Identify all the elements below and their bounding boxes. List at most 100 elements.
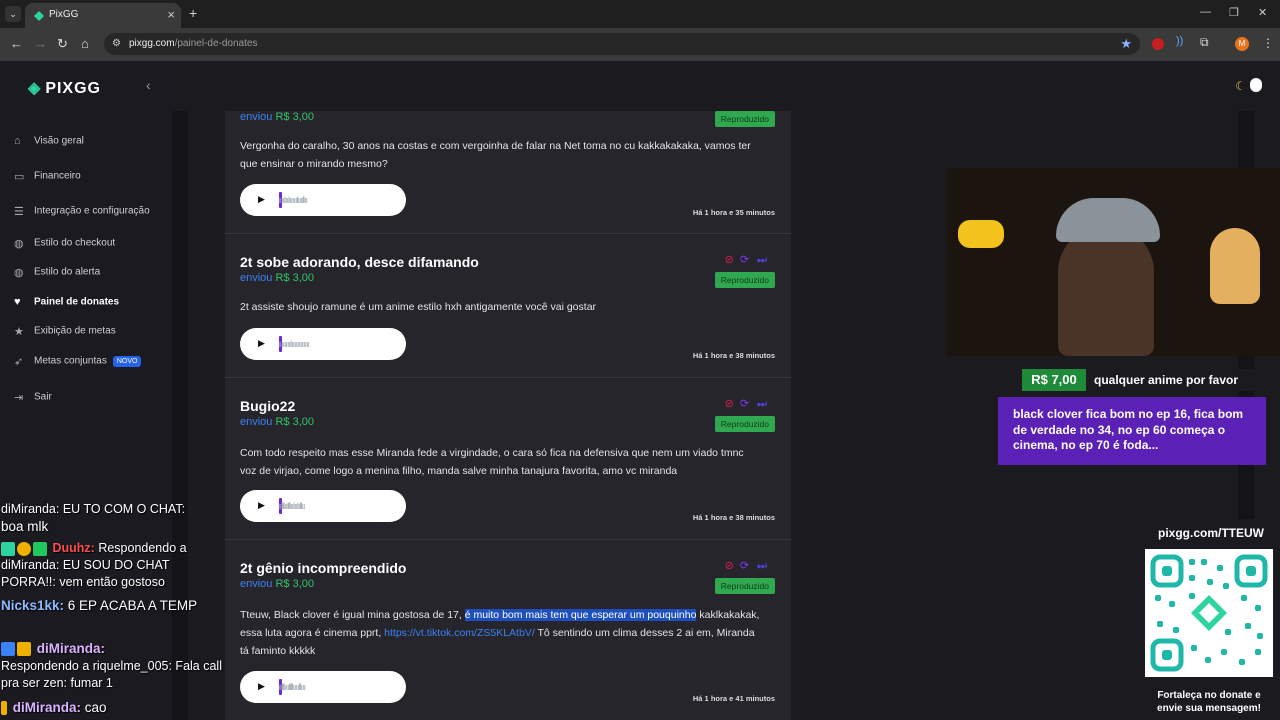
donor-name: 2t sobe adorando, desce difamando [240,254,479,270]
played-badge: Reproduzido [714,578,775,594]
reload-icon[interactable]: ↻ [57,36,68,52]
browser-tab[interactable]: PixGG × [25,3,181,28]
profile-avatar[interactable]: M [1235,37,1249,51]
chat-message: Respondendo a riquelme_005: Fala call pr… [1,659,222,690]
skip-icon[interactable]: ⏭ [757,254,767,266]
wallet-icon: ▭ [14,171,25,183]
alert-title: qualquer anime por favor [1086,369,1258,391]
audio-player[interactable]: ▶ ıııııııılıııııııııııı [240,328,406,360]
waveform: ıılllıılllıılıılıllıı [278,501,305,511]
donation-time: Há 1 hora e 38 minutos [692,351,775,360]
sidebar-item-painel-donates[interactable]: ♥ Painel de donates [14,296,119,308]
forward-icon[interactable]: → [34,36,47,51]
alert-amount: R$ 7,00 [1022,369,1086,391]
message-link[interactable]: https://vt.tiktok.com/ZS5KLAtbV/ [384,627,535,639]
sidebar-item-metas-conjuntas[interactable]: ➶ Metas conjuntas NOVO [14,355,142,368]
chat-message: diMiranda: [1,640,223,657]
waveform: ıııılıılııııılıııllıı [278,195,308,205]
back-icon[interactable]: ← [10,36,23,51]
audio-player[interactable]: ▶ ıııılıılııııılıııllıı [240,184,406,216]
waveform: ıııııııılıııııııııııı [278,339,310,349]
home-icon[interactable]: ⌂ [81,36,89,51]
star-icon: ★ [14,326,24,338]
restore-icon[interactable]: ❐ [1229,6,1239,19]
block-icon[interactable]: ⊘ [725,398,734,410]
selected-text: é muito bom mais tem que esperar um pouq… [464,609,697,621]
replay-icon[interactable]: ⟳ [740,254,749,266]
webcam-feed [946,168,1280,356]
audio-player[interactable]: ▶ ıılllıııllllııııllııı [240,671,406,703]
site-info-icon[interactable]: ⚙ [112,38,121,49]
donor-name: 2t gênio incompreendido [240,560,407,576]
pixgg-favicon-icon [34,11,44,21]
sidebar-item-visao-geral[interactable]: ⌂ Visão geral [14,135,84,147]
qr-panel: pixgg.com/TTEUW Fortaleça no donate e en… [1138,519,1280,720]
palette-icon: ◍ [14,238,24,250]
chat-badge-icon [1,701,7,716]
donation-amount-line: enviou R$ 3,00 [240,578,315,590]
rocket-icon: ➶ [14,356,24,368]
block-icon[interactable]: ⊘ [725,560,734,572]
played-badge: Reproduzido [714,416,775,432]
donation-message[interactable]: Tteuw, Black clover é igual mina gostosa… [240,606,760,660]
new-tab-button[interactable]: + [189,5,197,21]
top-header: ☾ [170,61,1280,111]
pixgg-logo-icon: ◈ [28,80,42,97]
extensions-puzzle-icon[interactable]: ⧉ [1200,35,1212,49]
qr-code [1145,549,1273,677]
waveform: ıılllıııllllııııllııı [278,682,306,692]
extension-audio-icon[interactable]: )) [1176,35,1188,47]
skip-icon[interactable]: ⏭ [757,560,767,572]
sidebar-item-integracao[interactable]: ☰ Integração e configuração [14,205,150,218]
browser-menu-icon[interactable]: ⋮ [1262,36,1274,50]
qr-caption: Fortaleça no donate e envie sua mensagem… [1157,690,1261,714]
replay-icon[interactable]: ⟳ [740,398,749,410]
minimize-icon[interactable]: — [1200,6,1211,18]
play-icon[interactable]: ▶ [258,681,265,692]
chat-badge-icon [33,541,47,556]
stream-chat: diMiranda: EU TO COM O CHAT: boa mlk Duu… [0,500,224,720]
brand-logo[interactable]: ◈ PIXGG [28,78,101,98]
tab-search-button[interactable]: ⌄ [5,6,21,22]
extension-red-icon[interactable] [1152,38,1164,50]
skip-icon[interactable]: ⏭ [757,398,767,410]
bookmark-star-icon[interactable]: ★ [1120,36,1132,52]
palette-icon: ◍ [14,267,24,279]
card-actions: ⊘ ⟳ ⏭ [725,559,767,573]
donation-message: Vergonha do caralho, 30 anos na costas e… [240,140,751,170]
sidebar-item-estilo-alerta[interactable]: ◍ Estilo do alerta [14,266,100,279]
chat-badge-icon [1,642,15,657]
audio-player[interactable]: ▶ ıılllıılllıılıılıllıı [240,490,406,522]
sidebar-item-sair[interactable]: ⇥ Sair [14,391,52,404]
sidebar-item-exibicao-metas[interactable]: ★ Exibição de metas [14,325,116,338]
donate-icon: ♥ [14,296,21,308]
browser-tab-bar: ⌄ PixGG × + — ❐ ✕ [0,0,1280,28]
donation-amount-line: enviou R$ 3,00 [240,416,315,428]
browser-toolbar: ← → ↻ ⌂ ⚙ pixgg.com/painel-de-donates ★ … [0,28,1280,61]
played-badge: Reproduzido [714,111,775,127]
address-bar[interactable]: ⚙ pixgg.com/painel-de-donates ★ [104,33,1140,55]
chat-message: diMiranda: cao [1,699,223,716]
chat-badge-icon [17,541,31,556]
donation-feed[interactable]: enviou R$ 3,00 Reproduzido Vergonha do c… [225,111,791,720]
play-icon[interactable]: ▶ [258,338,265,349]
chat-message: boa mlk [1,519,49,534]
donation-card: Bugio22 enviou R$ 3,00 ⊘ ⟳ ⏭ Reproduzido C… [225,378,791,540]
play-icon[interactable]: ▶ [258,194,265,205]
close-window-icon[interactable]: ✕ [1258,6,1267,19]
donor-name: Bugio22 [240,398,296,414]
sidebar-item-financeiro[interactable]: ▭ Financeiro [14,170,81,183]
donation-time: Há 1 hora e 41 minutos [692,694,775,703]
lamp-right [1210,228,1260,304]
tab-close-icon[interactable]: × [167,7,175,22]
theme-toggle[interactable] [1250,78,1262,92]
home-icon: ⌂ [14,135,21,147]
alert-message: black clover fica bom no ep 16, fica bom… [998,397,1266,465]
played-badge: Reproduzido [714,272,775,288]
collapse-sidebar-icon[interactable]: ‹ [146,77,151,93]
streamer-hat [1056,198,1160,242]
block-icon[interactable]: ⊘ [725,254,734,266]
sidebar-item-estilo-checkout[interactable]: ◍ Estilo do checkout [14,237,115,250]
play-icon[interactable]: ▶ [258,500,265,511]
replay-icon[interactable]: ⟳ [740,560,749,572]
